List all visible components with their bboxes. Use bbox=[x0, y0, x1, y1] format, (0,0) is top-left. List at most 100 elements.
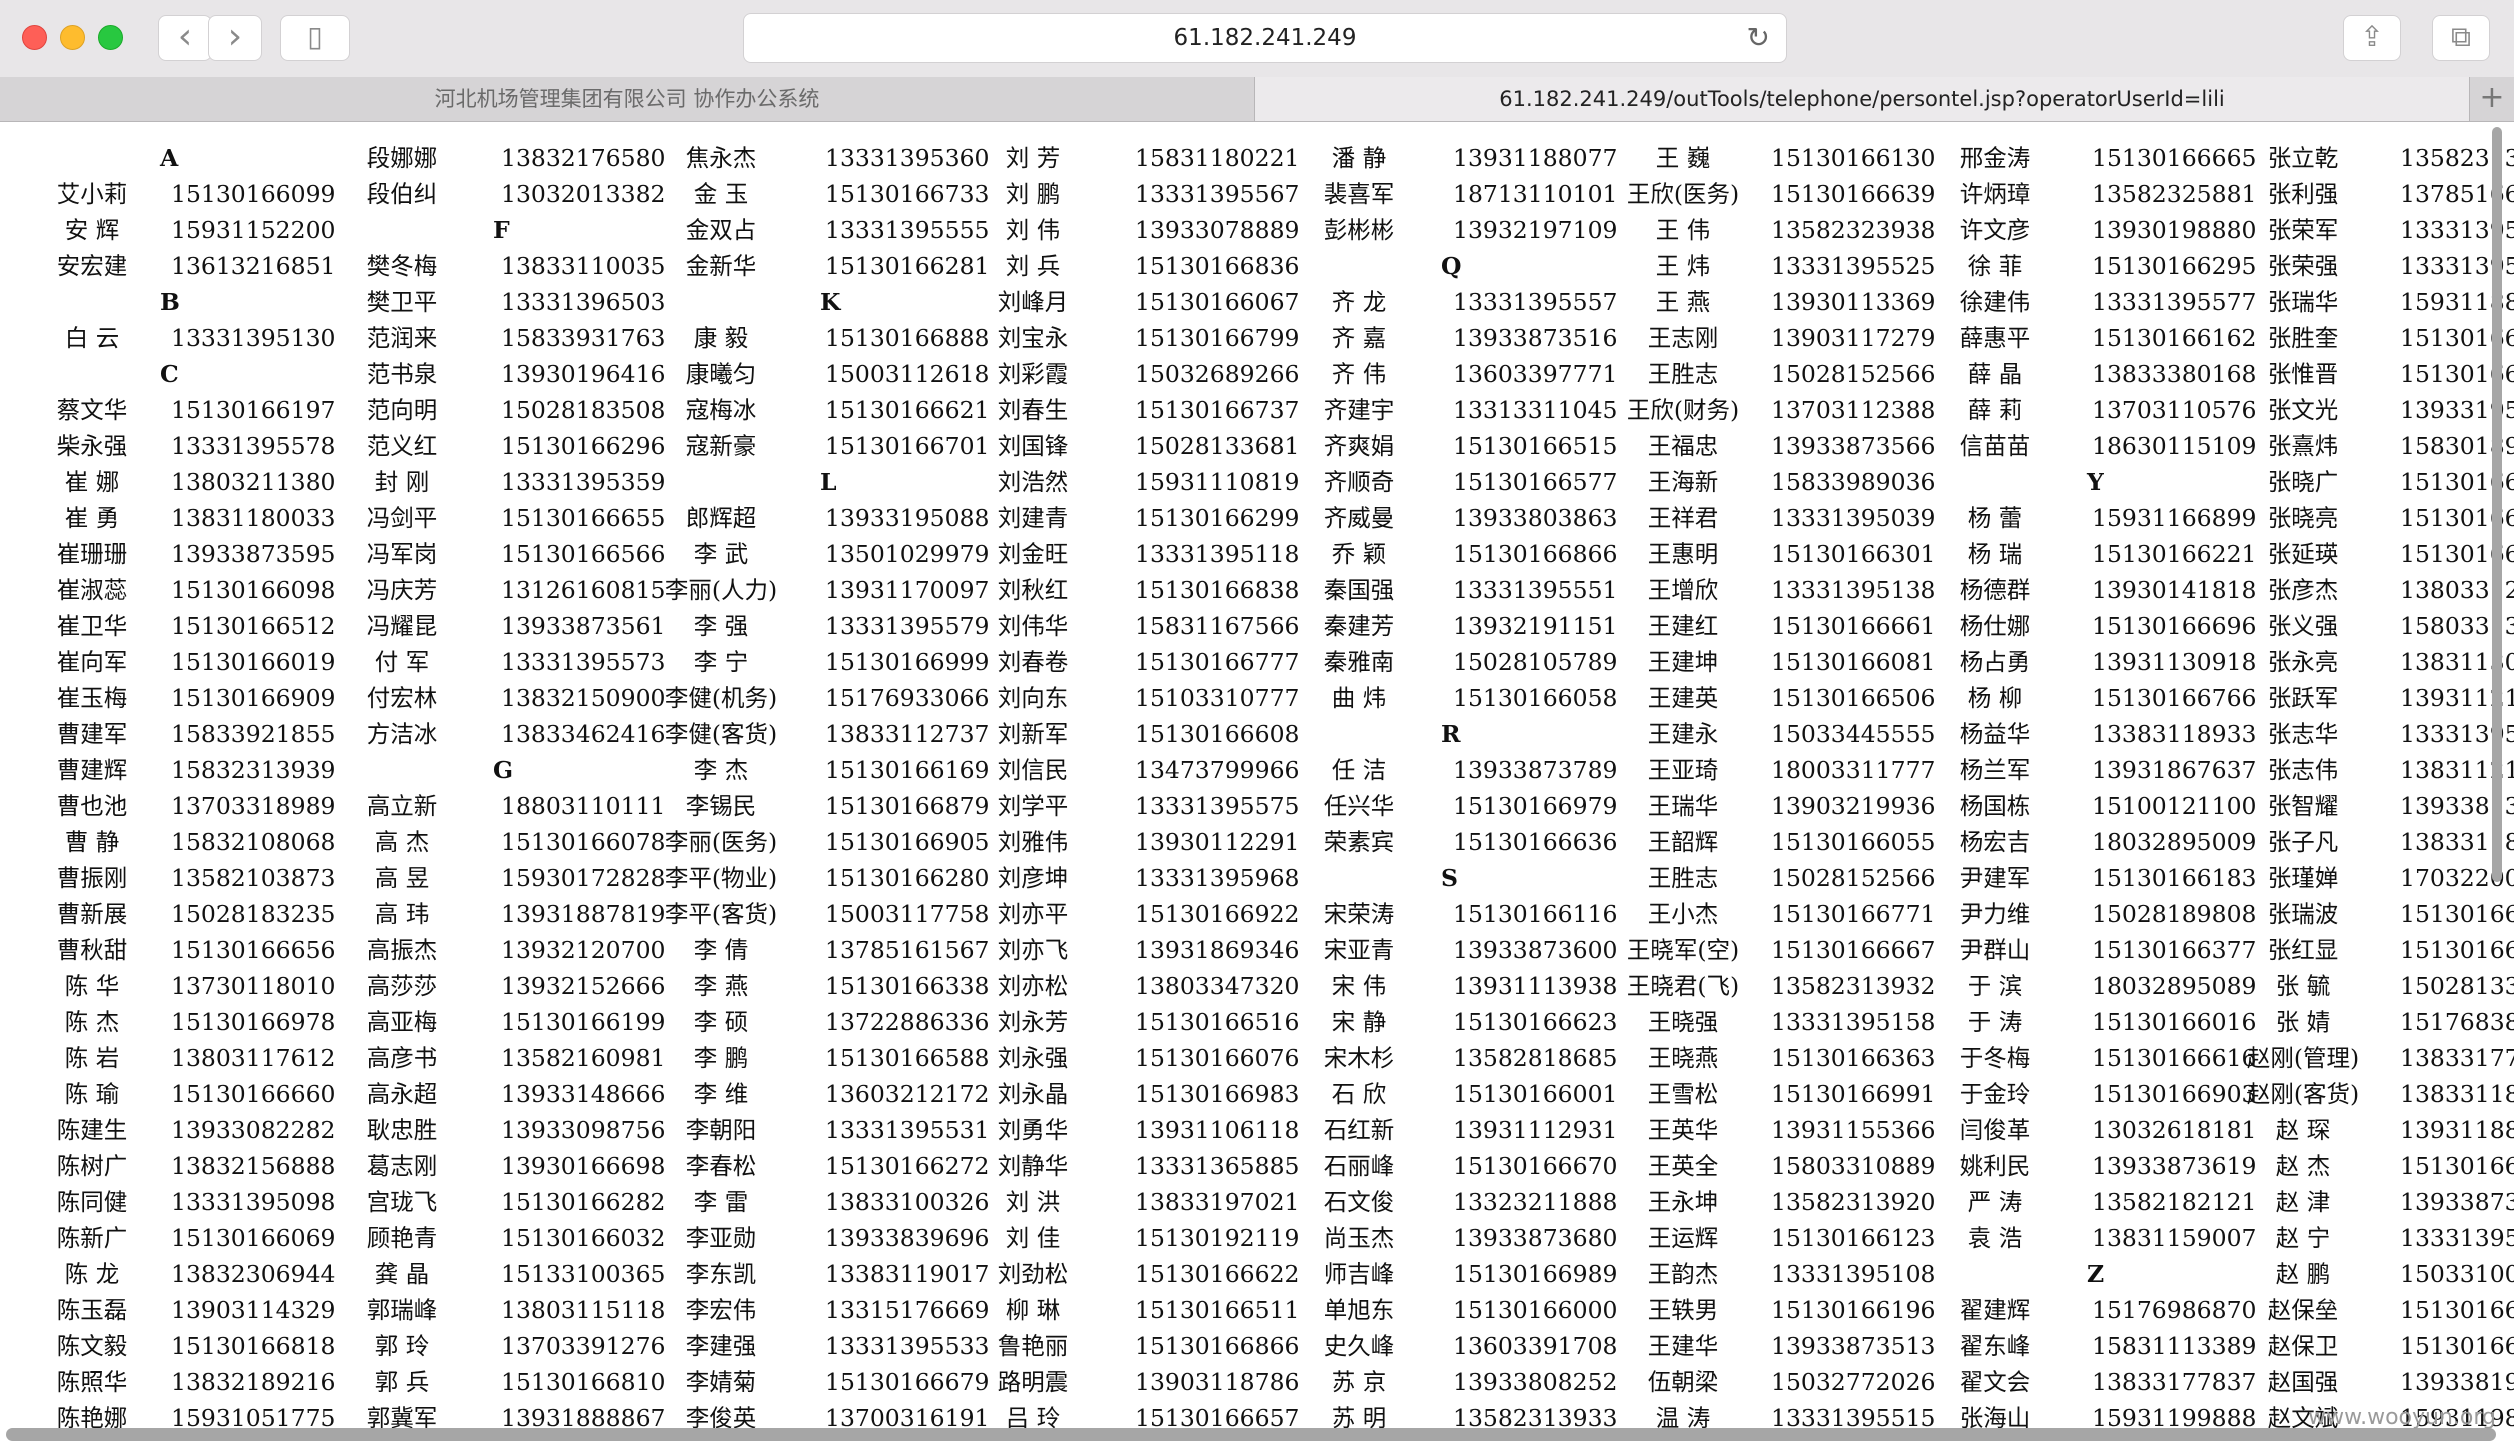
person-name: 刘金旺 bbox=[997, 540, 1069, 568]
person-name: 王 燕 bbox=[1655, 288, 1711, 316]
phone-number: 15130166623 bbox=[1453, 1008, 1618, 1036]
phone-number: 15130166081 bbox=[1771, 648, 1936, 676]
phone-number: 13903117279 bbox=[1771, 324, 1936, 352]
phone-number: 15832313939 bbox=[171, 756, 336, 784]
person-name: 刘彩霞 bbox=[997, 360, 1069, 388]
person-name: 李朝阳 bbox=[685, 1116, 757, 1144]
share-button[interactable]: ⇪ bbox=[2343, 15, 2401, 61]
person-name: 石 欣 bbox=[1331, 1080, 1387, 1108]
person-name: 王惠明 bbox=[1647, 540, 1719, 568]
person-name: 李丽(医务) bbox=[664, 828, 778, 856]
person-name: 蔡文华 bbox=[56, 396, 128, 424]
person-name: 李 燕 bbox=[693, 972, 749, 1000]
person-name: 高 昱 bbox=[374, 864, 430, 892]
person-name: 彭彬彬 bbox=[1323, 216, 1395, 244]
tab-collab-office[interactable]: 河北机场管理集团有限公司 协作办公系统 bbox=[0, 77, 1255, 121]
person-name: 曹新展 bbox=[56, 900, 128, 928]
phone-number: 15176838181 bbox=[2400, 1008, 2514, 1036]
phone-number: 15130166119 bbox=[2400, 1332, 2514, 1360]
person-name: 陈 华 bbox=[64, 972, 120, 1000]
vertical-scrollbar[interactable] bbox=[2492, 127, 2502, 882]
person-name: 王英全 bbox=[1647, 1152, 1719, 1180]
phone-number: 15130166818 bbox=[2400, 936, 2514, 964]
person-name: 秦建芳 bbox=[1323, 612, 1395, 640]
letter-heading-label: Q bbox=[1441, 252, 1462, 280]
person-name: 齐顺奇 bbox=[1323, 468, 1395, 496]
person-name: 王胜志 bbox=[1647, 360, 1719, 388]
phone-number: 15130166639 bbox=[1771, 180, 1936, 208]
sidebar-toggle-button[interactable]: ▯ bbox=[280, 15, 350, 61]
tab-persontel[interactable]: 61.182.241.249/outTools/telephone/person… bbox=[1255, 77, 2470, 121]
phone-number: 13931112931 bbox=[1453, 1116, 1618, 1144]
phone-number: 13582818685 bbox=[1453, 1044, 1618, 1072]
phone-number: 13603391708 bbox=[1453, 1332, 1618, 1360]
person-name: 赵保垒 bbox=[2267, 1296, 2339, 1324]
person-name: 刘永强 bbox=[997, 1044, 1069, 1072]
phone-number: 15130166076 bbox=[1135, 1044, 1300, 1072]
person-name: 于 滨 bbox=[1967, 972, 2023, 1000]
person-name: 许炳璋 bbox=[1959, 180, 2031, 208]
phone-number: 15931152200 bbox=[171, 216, 336, 244]
new-tab-icon[interactable]: + bbox=[2470, 77, 2514, 121]
reload-icon[interactable]: ↻ bbox=[1747, 14, 1770, 62]
person-name: 刘宝永 bbox=[997, 324, 1069, 352]
phone-number: 15130166577 bbox=[1453, 468, 1618, 496]
person-name: 冯军岗 bbox=[366, 540, 438, 568]
person-name: 刘向东 bbox=[997, 684, 1069, 712]
phone-number: 15130166515 bbox=[1453, 432, 1618, 460]
person-name: 赵 琛 bbox=[2275, 1116, 2331, 1144]
person-name: 高立新 bbox=[366, 792, 438, 820]
phone-number: 15803310889 bbox=[1771, 1152, 1936, 1180]
phone-number: 15130166123 bbox=[1771, 1224, 1936, 1252]
phone-number: 13931188820 bbox=[2400, 1116, 2514, 1144]
back-button[interactable]: ‹ bbox=[158, 15, 212, 61]
person-name: 王亚琦 bbox=[1647, 756, 1719, 784]
phone-number: 15130166069 bbox=[171, 1224, 336, 1252]
close-window-button[interactable] bbox=[22, 25, 47, 50]
phone-number: 15130166299 bbox=[1135, 504, 1300, 532]
person-name: 崔珊珊 bbox=[56, 540, 128, 568]
phone-number: 15833989036 bbox=[1771, 468, 1936, 496]
person-name: 刘 洪 bbox=[1005, 1188, 1061, 1216]
person-name: 寇新豪 bbox=[685, 432, 757, 460]
phone-number: 15130166866 bbox=[1135, 1332, 1300, 1360]
person-name: 段伯纠 bbox=[366, 180, 438, 208]
phone-number: 13833197021 bbox=[1135, 1188, 1300, 1216]
address-bar[interactable]: 61.182.241.249 ↻ bbox=[743, 13, 1787, 63]
person-name: 曲 炜 bbox=[1331, 684, 1387, 712]
zoom-window-button[interactable] bbox=[98, 25, 123, 50]
phone-number: 18003311777 bbox=[1771, 756, 1936, 784]
minimize-window-button[interactable] bbox=[60, 25, 85, 50]
person-name: 高 杰 bbox=[374, 828, 430, 856]
chevron-left-icon: ‹ bbox=[177, 16, 193, 57]
person-name: 刘亦平 bbox=[997, 900, 1069, 928]
person-name: 王增欣 bbox=[1647, 576, 1719, 604]
person-name: 严 涛 bbox=[1967, 1188, 2023, 1216]
phone-number: 15028183235 bbox=[171, 900, 336, 928]
phone-number: 15130166989 bbox=[1453, 1260, 1618, 1288]
person-name: 张延瑛 bbox=[2267, 540, 2339, 568]
phone-number: 15130166737 bbox=[1135, 396, 1300, 424]
phone-number: 13930113369 bbox=[1771, 288, 1936, 316]
forward-button[interactable]: › bbox=[208, 15, 262, 61]
phone-number: 15130166363 bbox=[1771, 1044, 1936, 1072]
tab-overview-button[interactable]: ⧉ bbox=[2432, 15, 2490, 61]
phone-number: 13832156888 bbox=[171, 1152, 336, 1180]
person-name: 李建强 bbox=[685, 1332, 757, 1360]
person-name: 赵刚(管理) bbox=[2246, 1044, 2360, 1072]
phone-number: 15130166608 bbox=[1135, 720, 1300, 748]
person-name: 信苗苗 bbox=[1959, 432, 2031, 460]
person-name: 齐 龙 bbox=[1331, 288, 1387, 316]
phone-number: 15130166019 bbox=[171, 648, 336, 676]
phone-number: 15130166656 bbox=[171, 936, 336, 964]
phone-number: 13933803863 bbox=[1453, 504, 1618, 532]
person-name: 王运辉 bbox=[1647, 1224, 1719, 1252]
phone-number: 15103310777 bbox=[1135, 684, 1300, 712]
watermark-text: www.wooyun.org bbox=[2308, 1405, 2496, 1430]
person-name: 柴永强 bbox=[56, 432, 128, 460]
phone-number: 18713110101 bbox=[1453, 180, 1618, 208]
horizontal-scrollbar[interactable] bbox=[6, 1428, 2496, 1441]
person-name: 宋荣涛 bbox=[1323, 900, 1395, 928]
person-name: 顾艳青 bbox=[366, 1224, 438, 1252]
person-name: 李春松 bbox=[685, 1152, 757, 1180]
